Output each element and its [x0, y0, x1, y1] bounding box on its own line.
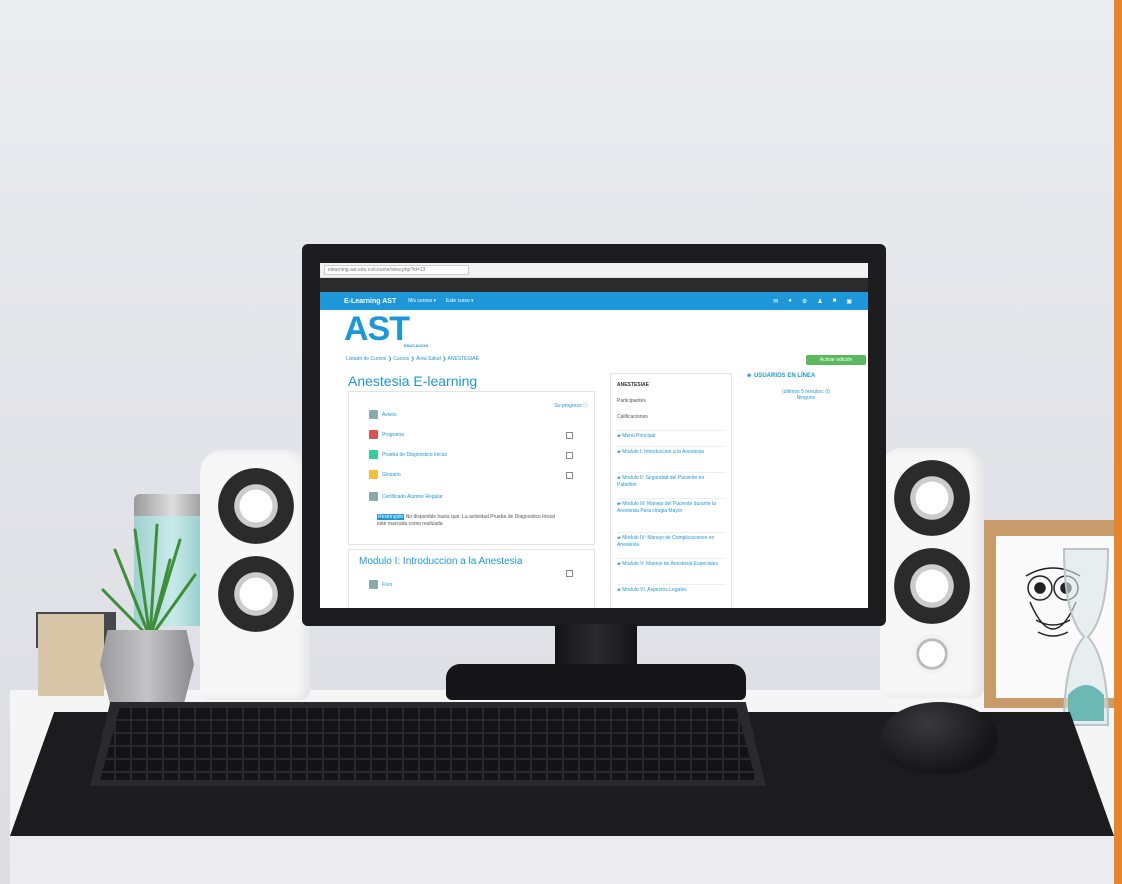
- module-title: Modulo I: Introduccion a la Anestesia: [359, 556, 523, 567]
- course-navigation-block: ANESTESIAE Participantes Calificaciones …: [610, 373, 732, 608]
- nav-grades[interactable]: Calificaciones: [617, 414, 648, 420]
- nav-participants[interactable]: Participantes: [617, 398, 646, 404]
- messages-icon[interactable]: ✉: [773, 298, 778, 305]
- browser-address-bar: elearning.ast.edu.co/course/view.php?id=…: [320, 263, 868, 278]
- nav-module[interactable]: ▰ Modulo II: Seguridad del Paciente en P…: [617, 472, 725, 489]
- progress-label: Su progreso ⓘ: [554, 403, 588, 409]
- activity-diagnostic-test[interactable]: Prueba de Diagnostico Inicial: [369, 450, 447, 459]
- module-1-section: Modulo I: Introduccion a la Anestesia Fo…: [348, 549, 595, 608]
- jar-lid: [134, 494, 210, 516]
- orange-edge-bar: [1114, 0, 1122, 884]
- completion-checkbox[interactable]: [566, 472, 573, 479]
- navbar-icons: ✉ ● ⚙ ♟ ■ ▣: [773, 298, 852, 305]
- site-navbar: E-Learning AST Mis cursos ▾ Este curso ▾…: [320, 292, 868, 310]
- speaker-driver: [218, 556, 294, 632]
- glossary-icon: [369, 470, 378, 479]
- volume-knob: [912, 634, 952, 674]
- left-speaker: [200, 450, 310, 700]
- certificate-icon: [369, 492, 378, 501]
- quiz-icon: [369, 450, 378, 459]
- breadcrumb[interactable]: Listado de Cursos ❯ Cursos ❯ Área Salud …: [346, 356, 479, 362]
- nav-module[interactable]: ▰ Menú Principal: [617, 430, 725, 440]
- online-users-text: (últimos 5 minutos: 0) Ninguno: [782, 389, 830, 401]
- completion-checkbox[interactable]: [566, 432, 573, 439]
- activity-forum[interactable]: Foro: [369, 580, 392, 589]
- nav-module[interactable]: ▰ Modulo V: Manejo de Anestesia Especial…: [617, 558, 725, 568]
- site-logo[interactable]: AST: [344, 312, 410, 346]
- right-speaker: [880, 448, 984, 698]
- edit-mode-button[interactable]: Activar edición: [806, 355, 866, 365]
- site-brand[interactable]: E-Learning AST: [344, 298, 396, 305]
- menu-this-course[interactable]: Este curso ▾: [446, 298, 474, 304]
- site-logo-subtitle: EDUCACION: [404, 343, 429, 348]
- activity-glossary[interactable]: Glosario: [369, 470, 401, 479]
- menu-my-courses[interactable]: Mis cursos ▾: [408, 298, 436, 304]
- nav-module[interactable]: ▰ Modulo IV: Manejo de Complicaciones en…: [617, 532, 725, 549]
- forum-icon: [369, 580, 378, 589]
- monitor-screen: elearning.ast.edu.co/course/view.php?id=…: [320, 263, 868, 608]
- activity-announcements[interactable]: Avisos: [369, 410, 397, 419]
- settings-icon[interactable]: ⚙: [802, 298, 807, 305]
- block-heading: ANESTESIAE: [617, 382, 649, 388]
- logo-area: AST EDUCACION: [320, 310, 868, 350]
- completion-checkbox[interactable]: [566, 452, 573, 459]
- nav-module[interactable]: ▰ Modulo VI: Aspectos Legales: [617, 584, 725, 594]
- restriction-notice: Restringido No disponible hasta que: La …: [377, 514, 555, 527]
- speaker-driver: [894, 460, 970, 536]
- chat-icon[interactable]: ■: [833, 298, 837, 305]
- activity-certificate[interactable]: Certificado Alumno Regular: [369, 492, 443, 501]
- page-title: Anestesia E-learning: [348, 373, 478, 389]
- restriction-badge: Restringido: [377, 514, 405, 520]
- hourglass: [1062, 548, 1110, 726]
- url-field[interactable]: elearning.ast.edu.co/course/view.php?id=…: [324, 265, 469, 275]
- pdf-icon: [369, 430, 378, 439]
- desk-front: [10, 836, 1114, 884]
- nav-module[interactable]: ▰ Modulo III: Manejo del Paciente durant…: [617, 498, 725, 515]
- online-users-block: ☻ USUARIOS EN LÍNEA (últimos 5 minutos: …: [746, 373, 864, 413]
- online-users-title: ☻ USUARIOS EN LÍNEA: [746, 373, 816, 379]
- notifications-icon[interactable]: ●: [788, 298, 792, 305]
- plant-leaves: [101, 523, 197, 640]
- nav-module[interactable]: ▰ Modulo I: Introduccion a la Anestesia: [617, 446, 725, 456]
- monitor-stand-base: [446, 664, 746, 700]
- speaker-driver: [218, 468, 294, 544]
- speaker-driver: [894, 548, 970, 624]
- user-icon[interactable]: ♟: [817, 298, 822, 305]
- completion-checkbox[interactable]: [566, 570, 573, 577]
- course-general-section: Su progreso ⓘ Avisos Programa Prueba de …: [348, 391, 595, 545]
- activity-program[interactable]: Programa: [369, 430, 404, 439]
- browser-tab-strip: [320, 278, 868, 292]
- avatar[interactable]: ▣: [846, 298, 852, 305]
- mouse: [880, 702, 998, 774]
- forum-icon: [369, 410, 378, 419]
- keyboard-key-rows: [100, 708, 756, 780]
